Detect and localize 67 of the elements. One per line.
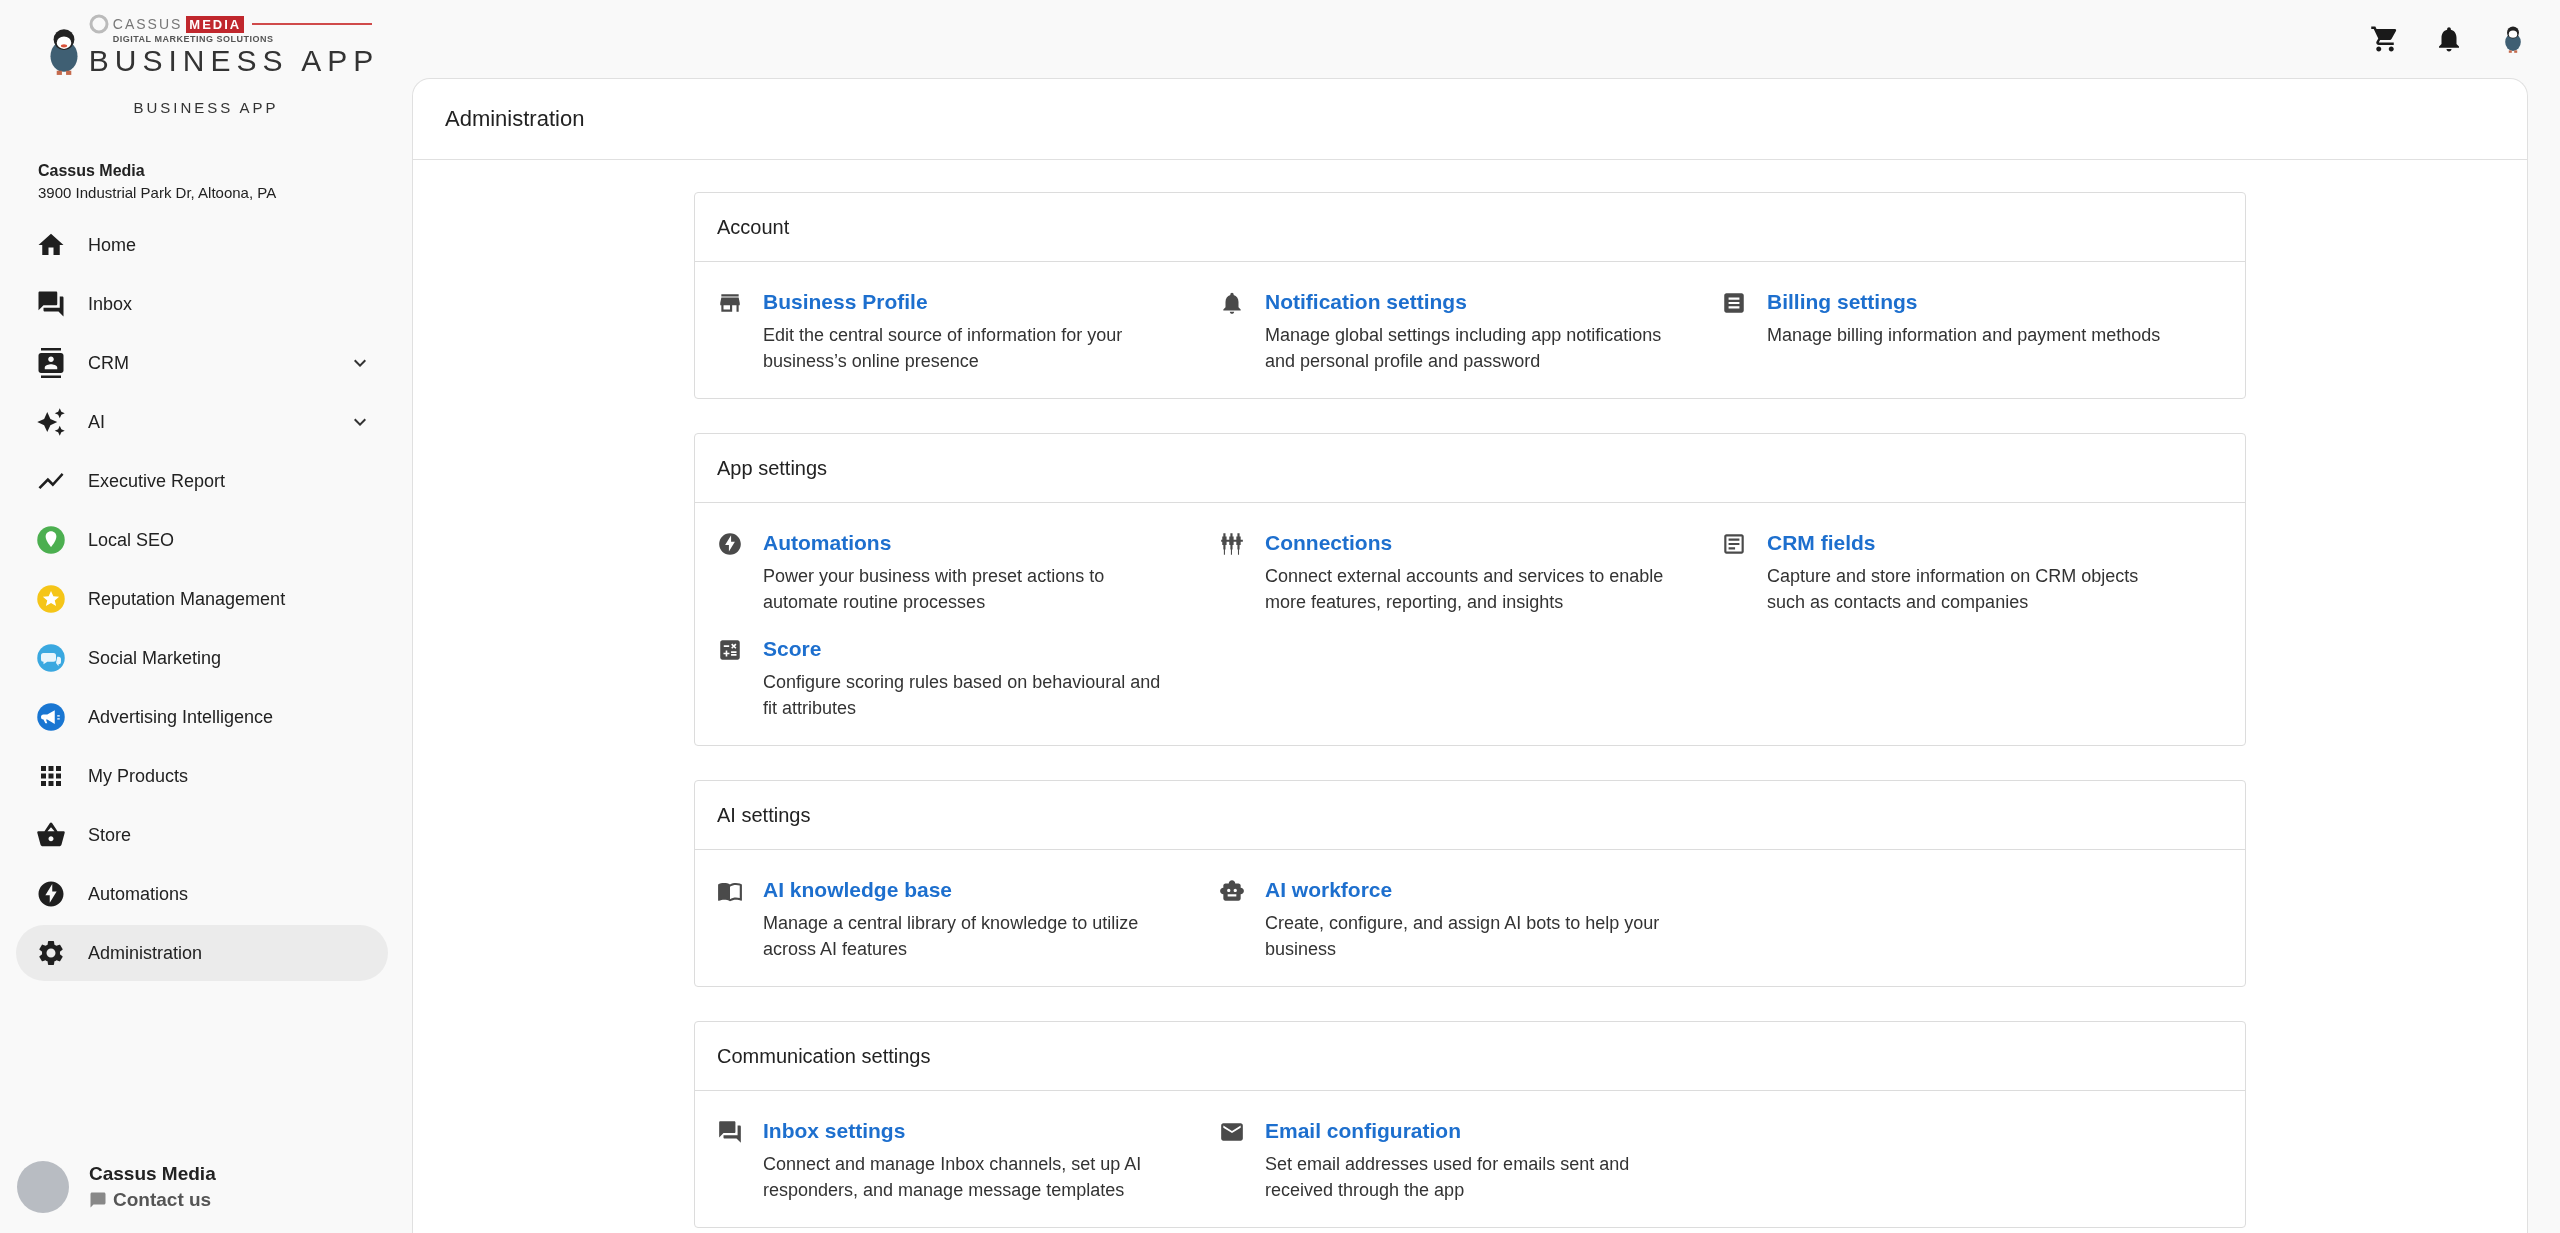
settings-description: Manage billing information and payment methods [1767,324,2161,347]
settings-link[interactable]: Billing settings [1767,290,1918,314]
settings-link[interactable]: Automations [763,531,892,555]
sidebar-item[interactable]: Local SEO [16,512,388,568]
contact-link[interactable]: Contact us [89,1189,216,1211]
sidebar-item[interactable]: Social Marketing [16,630,388,686]
sidebar-item[interactable]: Inbox [16,276,388,332]
settings-description: Manage a central library of knowledge to utilize across AI features [763,912,1140,961]
sidebar-item[interactable]: Executive Report [16,453,388,509]
settings-icon [36,938,66,968]
chat-bubbles-icon [36,289,66,319]
page-title: Administration [445,106,585,132]
settings-link[interactable]: Email configuration [1265,1119,1461,1143]
sidebar-item[interactable]: Advertising Intelligence [16,689,388,745]
chat-bubbles-icon [717,1119,743,1145]
settings-description: Manage global settings including app notifications and personal profile and password [1265,324,1663,373]
company-address: 3900 Industrial Park Dr, Altoona, PA [38,184,278,201]
logo-tagline: DIGITAL MARKETING SOLUTIONS [112,34,275,44]
settings-link[interactable]: AI knowledge base [763,878,953,902]
lightning-icon [717,531,743,557]
settings-link[interactable]: Connections [1265,531,1393,555]
settings-link[interactable]: AI workforce [1265,878,1393,902]
settings-description: Connect external accounts and services to enable more features, reporting, and insights [1265,565,1665,614]
settings-description: Create, configure, and assign AI bots to help your business [1265,912,1661,961]
section-title: Communication settings [717,1044,931,1068]
sidebar-item[interactable]: Store [16,807,388,863]
settings-description: Configure scoring rules based on behavioural and fit attributes [763,671,1162,720]
settings-link[interactable]: Notification settings [1265,290,1467,314]
chat-bubble-icon [89,1191,107,1209]
calculator-icon [717,637,743,663]
sidebar-item[interactable]: CRM [16,335,388,391]
settings-description: Power your business with preset actions to automate routine processes [763,565,1106,614]
settings-description: Connect and manage Inbox channels, set up AI responders, and manage message templates [763,1153,1143,1202]
sidebar-item[interactable]: Home [16,217,388,273]
section-title: AI settings [717,803,811,827]
settings-description: Set email addresses used for emails sent and received through the app [1265,1153,1631,1202]
sidebar-item[interactable]: Administration [16,925,388,981]
ring-icon [88,14,109,34]
company-name: Cassus Media [38,162,146,180]
logo-brand-highlight: MEDIA [186,15,245,33]
document-icon [1721,531,1747,557]
account-name: Cassus Media [89,1163,216,1185]
robot-icon [1219,878,1245,904]
avatar-photo-placeholder [17,1161,69,1213]
megaphone-icon [36,702,66,732]
lightning-icon [36,879,66,909]
settings-description: Capture and store information on CRM objects such as contacts and companies [1767,565,2140,614]
sidebar-item[interactable]: Reputation Management [16,571,388,627]
plugs-icon [1219,531,1245,557]
app-name: BUSINESS APP [133,99,279,116]
settings-link[interactable]: Business Profile [763,290,928,314]
settings-link[interactable]: Score [763,637,822,661]
sidebar-item[interactable]: AI [16,394,388,450]
sidebar-item[interactable]: My Products [16,748,388,804]
map-pin-icon [36,525,66,555]
contact-card-icon [36,348,66,378]
settings-link[interactable]: CRM fields [1767,531,1876,555]
speech-bubbles-icon [36,643,66,673]
section-title: Account [717,215,790,239]
receipt-icon [1721,290,1747,316]
logo-brand: CASSUS [112,16,183,32]
section-title: App settings [717,456,828,480]
logo-wordmark: BUSINESS APP [88,44,380,77]
settings-link[interactable]: Inbox settings [763,1119,906,1143]
sparkle-icon [36,407,66,437]
sidebar-item[interactable]: Automations [16,866,388,922]
settings-description: Edit the central source of information for your business’s online presence [763,324,1124,373]
